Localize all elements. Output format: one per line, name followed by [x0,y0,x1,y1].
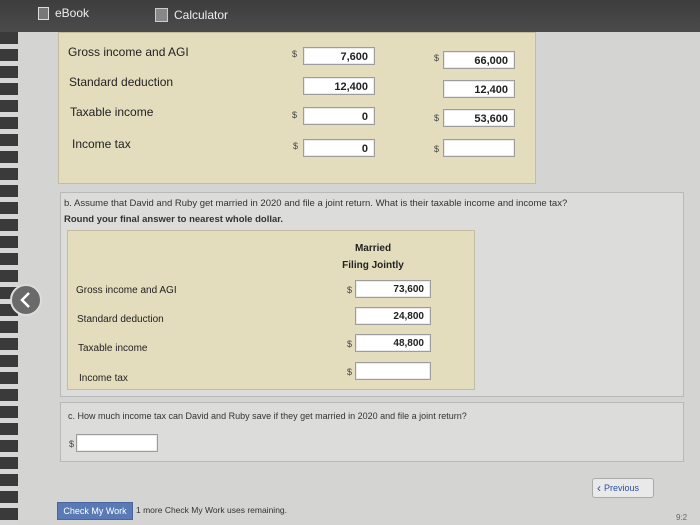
dollar-sign: $ [292,49,298,59]
tax-savings-field[interactable] [76,434,158,452]
column-header-line1: Married [354,243,392,254]
part-a-row-label: Standard deduction [69,75,174,89]
part-a-taxable-income-col1[interactable]: 0 [303,107,375,125]
dollar-sign: $ [292,110,298,120]
married-gross-income-field[interactable]: 73,600 [355,280,431,298]
part-a-standard-deduction-col1[interactable]: 12,400 [303,77,375,95]
dollar-sign: $ [69,439,75,449]
calculator-icon [155,8,168,22]
column-header-line2: Filing Jointly [342,260,404,271]
dollar-sign: $ [347,285,353,295]
part-a-row-label: Taxable income [70,105,154,119]
part-b-row-label: Standard deduction [77,314,164,325]
part-b-row-label: Taxable income [78,343,148,354]
married-income-tax-field[interactable] [355,362,431,380]
part-a-row-label: Gross income and AGI [68,45,189,59]
part-a-taxable-income-col2[interactable]: 53,600 [443,109,515,127]
part-b-row-label: Income tax [79,373,128,384]
part-a-standard-deduction-col2[interactable]: 12,400 [443,80,515,98]
left-edge-strip [0,32,18,525]
part-b-question: b. Assume that David and Ruby get marrie… [64,196,676,228]
part-b-instruction: Round your final answer to nearest whole… [64,214,284,225]
part-a-income-tax-col2[interactable] [443,139,515,157]
dollar-sign: $ [293,141,299,151]
calculator-label: Calculator [174,8,229,22]
married-standard-deduction-field[interactable]: 24,800 [355,307,431,325]
column-header: Married Filing Jointly [318,240,428,274]
back-button[interactable] [10,284,42,316]
book-icon [38,6,49,20]
dollar-sign: $ [434,144,440,154]
dollar-sign: $ [434,113,440,123]
check-my-work-button[interactable]: Check My Work [57,502,133,520]
part-a-row-label: Income tax [72,137,131,151]
married-taxable-income-field[interactable]: 48,800 [355,334,431,352]
part-a-gross-income-col1[interactable]: 7,600 [303,47,375,65]
previous-button[interactable]: ‹ Previous [592,478,654,498]
ebook-label: eBook [55,6,90,20]
part-b-row-label: Gross income and AGI [76,285,177,296]
dollar-sign: $ [347,339,353,349]
chevron-left-icon [20,292,30,308]
ebook-link[interactable]: eBook [38,6,89,20]
calculator-link[interactable]: Calculator [155,8,228,22]
dollar-sign: $ [434,53,440,63]
part-c-question: c. How much income tax can David and Rub… [68,411,467,421]
part-b-question-line1: b. Assume that David and Ruby get marrie… [64,198,568,209]
part-a-gross-income-col2[interactable]: 66,000 [443,51,515,69]
check-remaining-note: 1 more Check My Work uses remaining. [136,505,288,515]
dollar-sign: $ [347,367,353,377]
part-a-income-tax-col1[interactable]: 0 [303,139,375,157]
previous-label: Previous [604,483,640,493]
clock: 9:2 [676,513,688,522]
chevron-left-icon: ‹ [597,481,601,495]
top-toolbar: eBook Calculator [0,0,700,32]
